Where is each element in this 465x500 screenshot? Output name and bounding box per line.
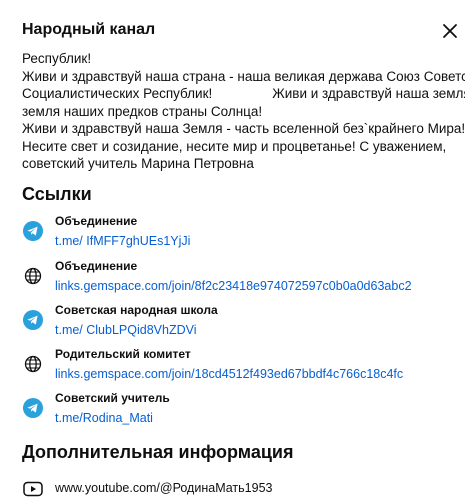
- link-url[interactable]: t.me/ ClubLPQid8VhZDVi: [55, 323, 197, 337]
- dialog-title: Народный канал: [22, 21, 156, 38]
- close-button[interactable]: [441, 22, 459, 40]
- link-url[interactable]: links.gemspace.com/join/8f2c23418e974072…: [55, 279, 412, 293]
- link-title: Объединение: [55, 214, 138, 228]
- description-line: Социалистических Республик! Живи и здрав…: [22, 86, 465, 101]
- link-item: Объединение t.me/ IfMFF7ghUEs1YjJi: [0, 214, 465, 258]
- info-section-title: Дополнительная информация: [22, 442, 294, 462]
- link-item: Объединение links.gemspace.com/join/8f2c…: [0, 259, 465, 303]
- description-line: Живи и здравствуй наша страна - наша вел…: [22, 68, 465, 84]
- link-url[interactable]: t.me/ IfMFF7ghUEs1YjJi: [55, 234, 190, 248]
- link-item: Советская народная школа t.me/ ClubLPQid…: [0, 303, 465, 347]
- youtube-url[interactable]: www.youtube.com/@РодинаМать1953: [55, 481, 272, 495]
- dialog-header: Народный канал: [0, 0, 465, 50]
- telegram-icon: [23, 398, 43, 418]
- link-item: Советский учитель t.me/Rodina_Mati: [0, 391, 465, 435]
- globe-icon: [24, 355, 42, 373]
- link-title: Советская народная школа: [55, 303, 218, 317]
- youtube-icon: [23, 481, 43, 497]
- telegram-icon: [23, 221, 43, 241]
- globe-icon: [24, 267, 42, 285]
- description-line: Живи и здравствуй наша Земля - часть все…: [22, 121, 465, 136]
- close-icon: [443, 24, 457, 38]
- description-line: советский учитель Марина Петровна: [22, 156, 254, 171]
- link-title: Объединение: [55, 259, 138, 273]
- telegram-icon: [23, 310, 43, 330]
- channel-description: Республик! Живи и здравствуй наша страна…: [22, 50, 465, 173]
- link-item: Родительский комитет links.gemspace.com/…: [0, 347, 465, 391]
- description-line: Республик!: [22, 51, 92, 66]
- link-url[interactable]: links.gemspace.com/join/18cd4512f493ed67…: [55, 367, 403, 381]
- description-line: земля наших предков страны Солнца!: [22, 103, 263, 119]
- info-item: www.youtube.com/@РодинаМать1953: [0, 479, 465, 500]
- link-url[interactable]: t.me/Rodina_Mati: [55, 411, 153, 425]
- about-channel-dialog: Республик! Живи и здравствуй наша страна…: [0, 0, 465, 500]
- link-title: Советский учитель: [55, 391, 170, 405]
- links-section-title: Ссылки: [22, 184, 92, 204]
- description-line: Несите свет и созидание, несите мир и пр…: [22, 138, 447, 154]
- link-title: Родительский комитет: [55, 347, 191, 361]
